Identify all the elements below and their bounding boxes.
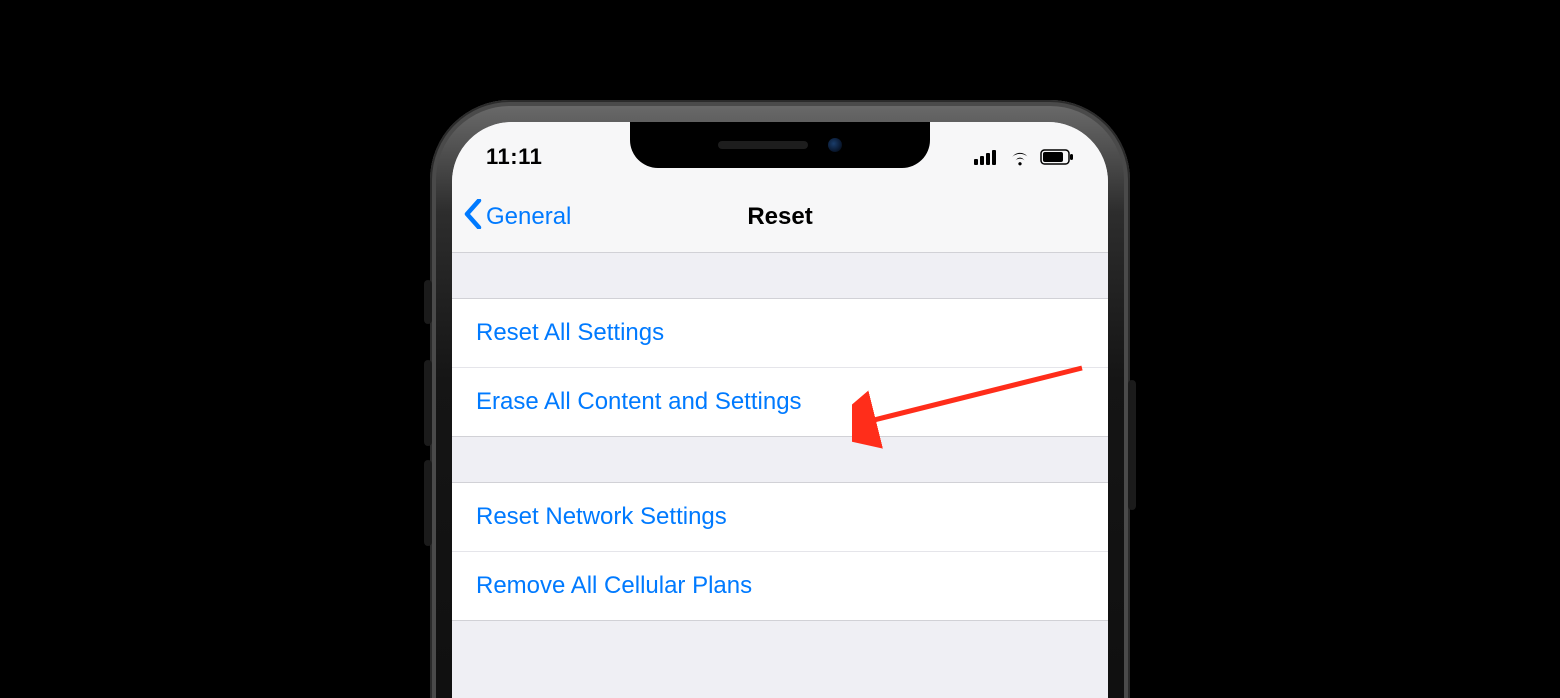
battery-icon	[1040, 149, 1074, 165]
status-icons	[974, 148, 1074, 166]
erase-all-content[interactable]: Erase All Content and Settings	[452, 367, 1108, 437]
back-button[interactable]: General	[464, 199, 571, 236]
chevron-left-icon	[464, 199, 482, 236]
side-button	[1128, 380, 1136, 510]
stage: 11:11	[0, 0, 1560, 698]
page-title: Reset	[747, 203, 812, 231]
group-0: Reset All Settings Erase All Content and…	[452, 298, 1108, 437]
front-camera	[828, 138, 842, 152]
group-1: Reset Network Settings Remove All Cellul…	[452, 482, 1108, 621]
status-time: 11:11	[486, 144, 542, 170]
speaker	[718, 141, 808, 149]
remove-cellular-plans[interactable]: Remove All Cellular Plans	[452, 551, 1108, 621]
cell-label: Remove All Cellular Plans	[476, 572, 752, 599]
notch	[630, 122, 930, 168]
mute-switch	[424, 280, 432, 324]
cell-label: Reset Network Settings	[476, 503, 727, 530]
phone-frame: 11:11	[430, 100, 1130, 698]
cell-label: Erase All Content and Settings	[476, 388, 802, 415]
wifi-icon	[1008, 148, 1032, 166]
content: Reset All Settings Erase All Content and…	[452, 253, 1108, 698]
reset-network-settings[interactable]: Reset Network Settings	[452, 482, 1108, 552]
cellular-icon	[974, 149, 1000, 165]
volume-up-button	[424, 360, 432, 446]
cell-label: Reset All Settings	[476, 319, 664, 346]
reset-all-settings[interactable]: Reset All Settings	[452, 298, 1108, 368]
volume-down-button	[424, 460, 432, 546]
back-label: General	[486, 203, 571, 231]
nav-bar: General Reset	[452, 182, 1108, 253]
screen: 11:11	[452, 122, 1108, 698]
